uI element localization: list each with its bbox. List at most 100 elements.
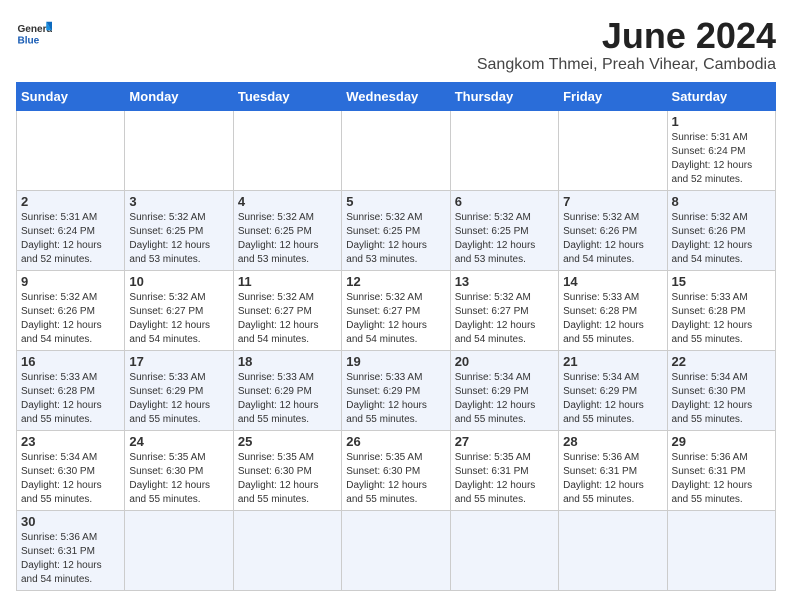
calendar-cell: 22 Sunrise: 5:34 AM Sunset: 6:30 PM Dayli… (667, 350, 775, 430)
day-number: 3 (129, 194, 228, 209)
calendar-cell (342, 510, 450, 590)
day-number: 15 (672, 274, 771, 289)
calendar-cell: 9 Sunrise: 5:32 AM Sunset: 6:26 PM Daylig… (17, 270, 125, 350)
day-number: 30 (21, 514, 120, 529)
calendar-cell: 3Sunrise: 5:32 AM Sunset: 6:25 PM Daylig… (125, 190, 233, 270)
day-number: 8 (672, 194, 771, 209)
day-info: Sunrise: 5:32 AM Sunset: 6:27 PM Dayligh… (346, 291, 445, 347)
day-info: Sunrise: 5:32 AM Sunset: 6:27 PM Dayligh… (129, 291, 228, 347)
calendar-cell: 26Sunrise: 5:35 AM Sunset: 6:30 PM Dayli… (342, 430, 450, 510)
week-row-3: 9 Sunrise: 5:32 AM Sunset: 6:26 PM Daylig… (17, 270, 776, 350)
day-info: Sunrise: 5:36 AM Sunset: 6:31 PM Dayligh… (21, 531, 120, 587)
header: General Blue June 2024 Sangkom Thmei, Pr… (16, 16, 776, 74)
calendar-cell: 1Sunrise: 5:31 AM Sunset: 6:24 PM Daylig… (667, 110, 775, 190)
day-info: Sunrise: 5:34 AM Sunset: 6:29 PM Dayligh… (563, 371, 662, 427)
day-info: Sunrise: 5:32 AM Sunset: 6:27 PM Dayligh… (455, 291, 554, 347)
calendar-cell: 16Sunrise: 5:33 AM Sunset: 6:28 PM Dayli… (17, 350, 125, 430)
day-number: 20 (455, 354, 554, 369)
generalblue-logo-icon: General Blue (16, 16, 52, 52)
day-info: Sunrise: 5:33 AM Sunset: 6:29 PM Dayligh… (238, 371, 337, 427)
day-number: 10 (129, 274, 228, 289)
day-info: Sunrise: 5:33 AM Sunset: 6:28 PM Dayligh… (672, 291, 771, 347)
calendar-cell: 27Sunrise: 5:35 AM Sunset: 6:31 PM Dayli… (450, 430, 558, 510)
day-number: 22 (672, 354, 771, 369)
header-wednesday: Wednesday (342, 82, 450, 110)
calendar-table: Sunday Monday Tuesday Wednesday Thursday… (16, 82, 776, 591)
calendar-cell: 28Sunrise: 5:36 AM Sunset: 6:31 PM Dayli… (559, 430, 667, 510)
day-info: Sunrise: 5:33 AM Sunset: 6:29 PM Dayligh… (129, 371, 228, 427)
calendar-title: June 2024 (477, 16, 776, 56)
day-info: Sunrise: 5:35 AM Sunset: 6:30 PM Dayligh… (238, 451, 337, 507)
day-number: 11 (238, 274, 337, 289)
calendar-cell (233, 510, 341, 590)
calendar-cell: 20 Sunrise: 5:34 AM Sunset: 6:29 PM Dayli… (450, 350, 558, 430)
day-number: 25 (238, 434, 337, 449)
day-info: Sunrise: 5:34 AM Sunset: 6:29 PM Dayligh… (455, 371, 554, 427)
calendar-subtitle: Sangkom Thmei, Preah Vihear, Cambodia (477, 56, 776, 74)
calendar-cell: 2 Sunrise: 5:31 AM Sunset: 6:24 PM Daylig… (17, 190, 125, 270)
day-info: Sunrise: 5:34 AM Sunset: 6:30 PM Dayligh… (21, 451, 120, 507)
header-saturday: Saturday (667, 82, 775, 110)
calendar-cell (125, 110, 233, 190)
calendar-cell: 11 Sunrise: 5:32 AM Sunset: 6:27 PM Dayli… (233, 270, 341, 350)
day-number: 5 (346, 194, 445, 209)
calendar-cell (450, 510, 558, 590)
calendar-cell (17, 110, 125, 190)
day-number: 24 (129, 434, 228, 449)
day-number: 27 (455, 434, 554, 449)
day-number: 6 (455, 194, 554, 209)
day-number: 1 (672, 114, 771, 129)
calendar-cell: 4Sunrise: 5:32 AM Sunset: 6:25 PM Daylig… (233, 190, 341, 270)
header-monday: Monday (125, 82, 233, 110)
calendar-cell (342, 110, 450, 190)
day-number: 2 (21, 194, 120, 209)
calendar-cell: 5 Sunrise: 5:32 AM Sunset: 6:25 PM Daylig… (342, 190, 450, 270)
day-info: Sunrise: 5:32 AM Sunset: 6:26 PM Dayligh… (563, 211, 662, 267)
day-info: Sunrise: 5:31 AM Sunset: 6:24 PM Dayligh… (21, 211, 120, 267)
day-info: Sunrise: 5:32 AM Sunset: 6:25 PM Dayligh… (346, 211, 445, 267)
day-number: 28 (563, 434, 662, 449)
day-number: 26 (346, 434, 445, 449)
day-number: 7 (563, 194, 662, 209)
header-tuesday: Tuesday (233, 82, 341, 110)
day-number: 12 (346, 274, 445, 289)
calendar-cell (450, 110, 558, 190)
calendar-cell: 29 Sunrise: 5:36 AM Sunset: 6:31 PM Dayli… (667, 430, 775, 510)
calendar-cell: 23 Sunrise: 5:34 AM Sunset: 6:30 PM Dayli… (17, 430, 125, 510)
calendar-cell: 6 Sunrise: 5:32 AM Sunset: 6:25 PM Daylig… (450, 190, 558, 270)
day-number: 14 (563, 274, 662, 289)
day-number: 9 (21, 274, 120, 289)
page-container: General Blue June 2024 Sangkom Thmei, Pr… (16, 16, 776, 591)
day-number: 13 (455, 274, 554, 289)
calendar-cell: 13 Sunrise: 5:32 AM Sunset: 6:27 PM Dayli… (450, 270, 558, 350)
day-info: Sunrise: 5:32 AM Sunset: 6:25 PM Dayligh… (455, 211, 554, 267)
day-number: 23 (21, 434, 120, 449)
day-info: Sunrise: 5:36 AM Sunset: 6:31 PM Dayligh… (672, 451, 771, 507)
week-row-6: 30 Sunrise: 5:36 AM Sunset: 6:31 PM Dayli… (17, 510, 776, 590)
day-info: Sunrise: 5:34 AM Sunset: 6:30 PM Dayligh… (672, 371, 771, 427)
calendar-cell: 30 Sunrise: 5:36 AM Sunset: 6:31 PM Dayli… (17, 510, 125, 590)
day-number: 18 (238, 354, 337, 369)
calendar-cell: 8 Sunrise: 5:32 AM Sunset: 6:26 PM Daylig… (667, 190, 775, 270)
day-number: 21 (563, 354, 662, 369)
weekday-header-row: Sunday Monday Tuesday Wednesday Thursday… (17, 82, 776, 110)
day-info: Sunrise: 5:32 AM Sunset: 6:26 PM Dayligh… (21, 291, 120, 347)
day-info: Sunrise: 5:32 AM Sunset: 6:25 PM Dayligh… (238, 211, 337, 267)
week-row-2: 2 Sunrise: 5:31 AM Sunset: 6:24 PM Daylig… (17, 190, 776, 270)
day-info: Sunrise: 5:33 AM Sunset: 6:28 PM Dayligh… (21, 371, 120, 427)
header-friday: Friday (559, 82, 667, 110)
calendar-cell: 18 Sunrise: 5:33 AM Sunset: 6:29 PM Dayli… (233, 350, 341, 430)
logo: General Blue (16, 16, 52, 52)
title-section: June 2024 Sangkom Thmei, Preah Vihear, C… (477, 16, 776, 74)
day-number: 29 (672, 434, 771, 449)
calendar-cell: 25 Sunrise: 5:35 AM Sunset: 6:30 PM Dayli… (233, 430, 341, 510)
week-row-1: 1Sunrise: 5:31 AM Sunset: 6:24 PM Daylig… (17, 110, 776, 190)
day-number: 19 (346, 354, 445, 369)
week-row-5: 23 Sunrise: 5:34 AM Sunset: 6:30 PM Dayli… (17, 430, 776, 510)
day-info: Sunrise: 5:32 AM Sunset: 6:27 PM Dayligh… (238, 291, 337, 347)
day-info: Sunrise: 5:32 AM Sunset: 6:26 PM Dayligh… (672, 211, 771, 267)
calendar-cell: 17Sunrise: 5:33 AM Sunset: 6:29 PM Dayli… (125, 350, 233, 430)
calendar-cell: 10 Sunrise: 5:32 AM Sunset: 6:27 PM Dayli… (125, 270, 233, 350)
calendar-cell (559, 510, 667, 590)
day-info: Sunrise: 5:33 AM Sunset: 6:28 PM Dayligh… (563, 291, 662, 347)
